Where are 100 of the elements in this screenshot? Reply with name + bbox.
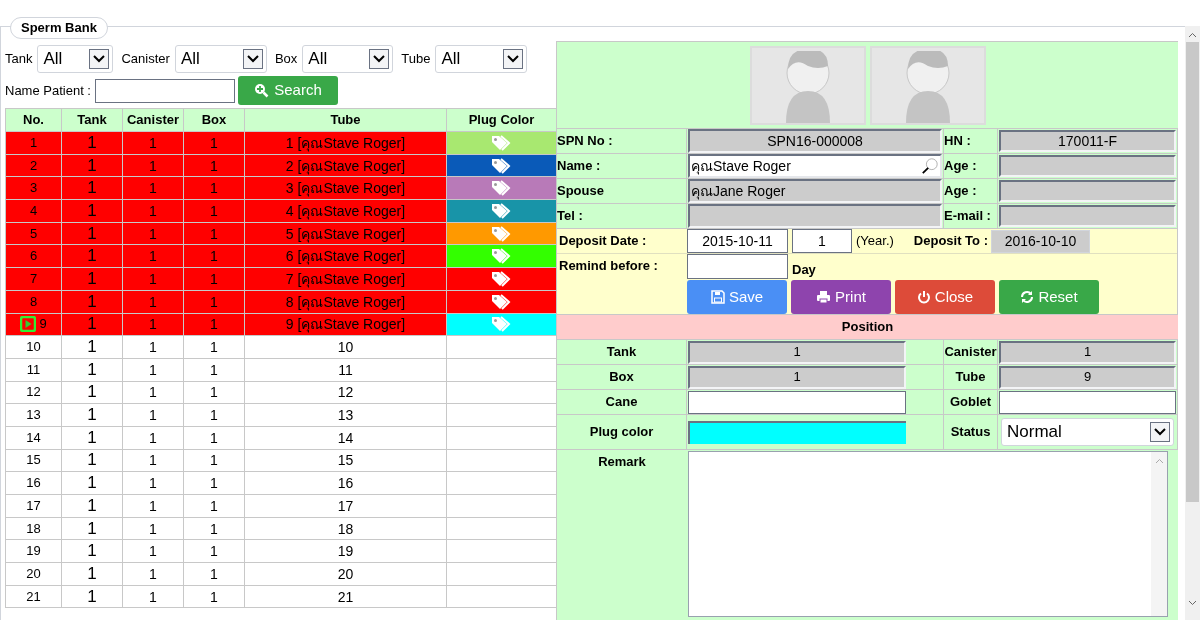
text-field[interactable]: 1	[688, 340, 906, 364]
table-cell: 1	[122, 335, 184, 359]
table-row[interactable]: 7 1 1 1 7 [คุณStave Roger]	[5, 267, 557, 291]
text-field[interactable]	[688, 390, 906, 414]
field-label: Deposit To :	[913, 232, 988, 251]
plug-color-field[interactable]	[688, 420, 906, 444]
table-row[interactable]: 14 1 1 1 14	[5, 426, 557, 450]
unit-label: Day	[792, 260, 816, 279]
print-button[interactable]: Print	[791, 280, 891, 314]
table-cell-text: 21	[26, 587, 41, 606]
table-row[interactable]: 10 1 1 1 10	[5, 335, 557, 359]
remark-field[interactable]	[688, 451, 1168, 617]
text-field[interactable]	[999, 180, 1176, 202]
table-cell: 1	[122, 585, 184, 608]
table-row[interactable]: 3 1 1 1 3 [คุณStave Roger]	[5, 176, 557, 200]
table-cell: 1	[122, 313, 184, 336]
table-cell: 1	[61, 539, 123, 563]
table-cell-text: 12	[26, 383, 41, 402]
name-field[interactable]: คุณStave Roger	[688, 154, 942, 178]
scrollbar[interactable]	[1185, 26, 1200, 620]
table-cell: 1	[61, 176, 123, 200]
filter-label: Tank	[5, 49, 33, 68]
table-row[interactable]: 21 1 1 1 21	[5, 585, 557, 608]
table-row[interactable]: 6 1 1 1 6 [คุณStave Roger]	[5, 244, 557, 268]
tag-icon	[490, 134, 513, 151]
column-header: Plug Color	[446, 108, 557, 132]
filter-dropdown[interactable]: All	[302, 44, 394, 73]
filter-dropdown[interactable]: All	[37, 44, 114, 73]
column-header: Box	[183, 108, 245, 132]
filter-dropdown[interactable]: All	[435, 44, 528, 73]
table-cell: 1	[122, 267, 184, 291]
deposit-date-field[interactable]: 2015-10-11	[687, 229, 788, 253]
table-cell: 1	[122, 222, 184, 245]
field-label: SPN No :	[557, 132, 613, 151]
name-patient-field[interactable]	[95, 78, 235, 103]
table-cell: 1	[122, 244, 184, 268]
field-label: E-mail :	[944, 207, 991, 226]
text-field[interactable]	[999, 205, 1176, 227]
zoom-in-icon	[254, 83, 270, 98]
text-field[interactable]: 1	[688, 365, 906, 389]
field-label: Spouse	[557, 182, 604, 201]
text-field[interactable]	[688, 204, 942, 228]
scroll-up-icon[interactable]	[1188, 32, 1197, 38]
field-label: Name Patient :	[5, 81, 91, 100]
scroll-down-icon[interactable]	[1188, 600, 1197, 606]
table-row[interactable]: 2 1 1 1 2 [คุณStave Roger]	[5, 154, 557, 177]
table-row[interactable]: 15 1 1 1 15	[5, 449, 557, 472]
table-row[interactable]: 9 1 1 1 9 [คุณStave Roger]	[5, 313, 557, 336]
text-field[interactable]: 1	[999, 340, 1176, 364]
table-cell: 1	[122, 358, 184, 382]
table-row[interactable]: 5 1 1 1 5 [คุณStave Roger]	[5, 222, 557, 245]
table-cell: 21	[244, 585, 447, 608]
table-cell: 1	[122, 199, 184, 223]
table-cell: 1	[183, 199, 245, 223]
table-row[interactable]: 11 1 1 1 11	[5, 358, 557, 382]
text-field[interactable]	[999, 155, 1176, 177]
table-cell: 1	[183, 244, 245, 268]
table-row[interactable]: 8 1 1 1 8 [คุณStave Roger]	[5, 290, 557, 313]
table-cell-text: 20	[26, 564, 41, 583]
column-header: Tank	[61, 108, 123, 132]
table-cell: 1	[61, 449, 123, 472]
field-label: Status	[950, 423, 991, 442]
tag-icon	[490, 202, 513, 219]
table-cell-text: 5	[29, 224, 38, 243]
remind-days-field[interactable]	[687, 254, 788, 279]
table-row[interactable]: 20 1 1 1 20	[5, 562, 557, 586]
table-row[interactable]: 16 1 1 1 16	[5, 471, 557, 495]
table-cell: 5 [คุณStave Roger]	[244, 222, 447, 245]
scrollbar-thumb[interactable]	[1186, 42, 1199, 502]
text-field[interactable]: คุณJane Roger	[688, 179, 942, 203]
table-cell-text: 11	[26, 360, 41, 379]
deposit-to-field[interactable]: 2016-10-10	[990, 229, 1090, 253]
table-cell: 1	[183, 335, 245, 359]
table-cell: 1	[183, 517, 245, 540]
filter-dropdown[interactable]: All	[174, 44, 267, 73]
status-dropdown[interactable]: Normal	[1001, 418, 1174, 446]
field-label: HN :	[944, 132, 971, 151]
table-row[interactable]: 19 1 1 1 19	[5, 539, 557, 563]
table-row[interactable]: 4 1 1 1 4 [คุณStave Roger]	[5, 199, 557, 223]
search-icon[interactable]	[921, 157, 939, 175]
close-button[interactable]: Close	[895, 280, 995, 314]
text-field[interactable]	[999, 390, 1176, 414]
table-cell: 1	[61, 290, 123, 313]
text-field[interactable]: SPN16-000008	[688, 129, 942, 153]
table-row[interactable]: 13 1 1 1 13	[5, 403, 557, 427]
table-row[interactable]: 18 1 1 1 18	[5, 517, 557, 540]
text-field[interactable]: 170011-F	[999, 130, 1176, 152]
tag-icon	[490, 157, 513, 174]
table-cell-text: 16	[26, 474, 41, 493]
table-cell: 1	[183, 562, 245, 586]
table-row[interactable]: 17 1 1 1 17	[5, 494, 557, 518]
text-field[interactable]: 9	[999, 365, 1176, 389]
years-field[interactable]: 1	[792, 229, 852, 253]
column-header: No.	[5, 108, 62, 132]
table-cell: 1	[122, 562, 184, 586]
table-cell-text: 8	[29, 292, 38, 311]
field-label: Age :	[944, 157, 977, 176]
table-row[interactable]: 1 1 1 1 1 [คุณStave Roger]	[5, 131, 557, 155]
table-cell: 3 [คุณStave Roger]	[244, 176, 447, 200]
table-row[interactable]: 12 1 1 1 12	[5, 381, 557, 404]
